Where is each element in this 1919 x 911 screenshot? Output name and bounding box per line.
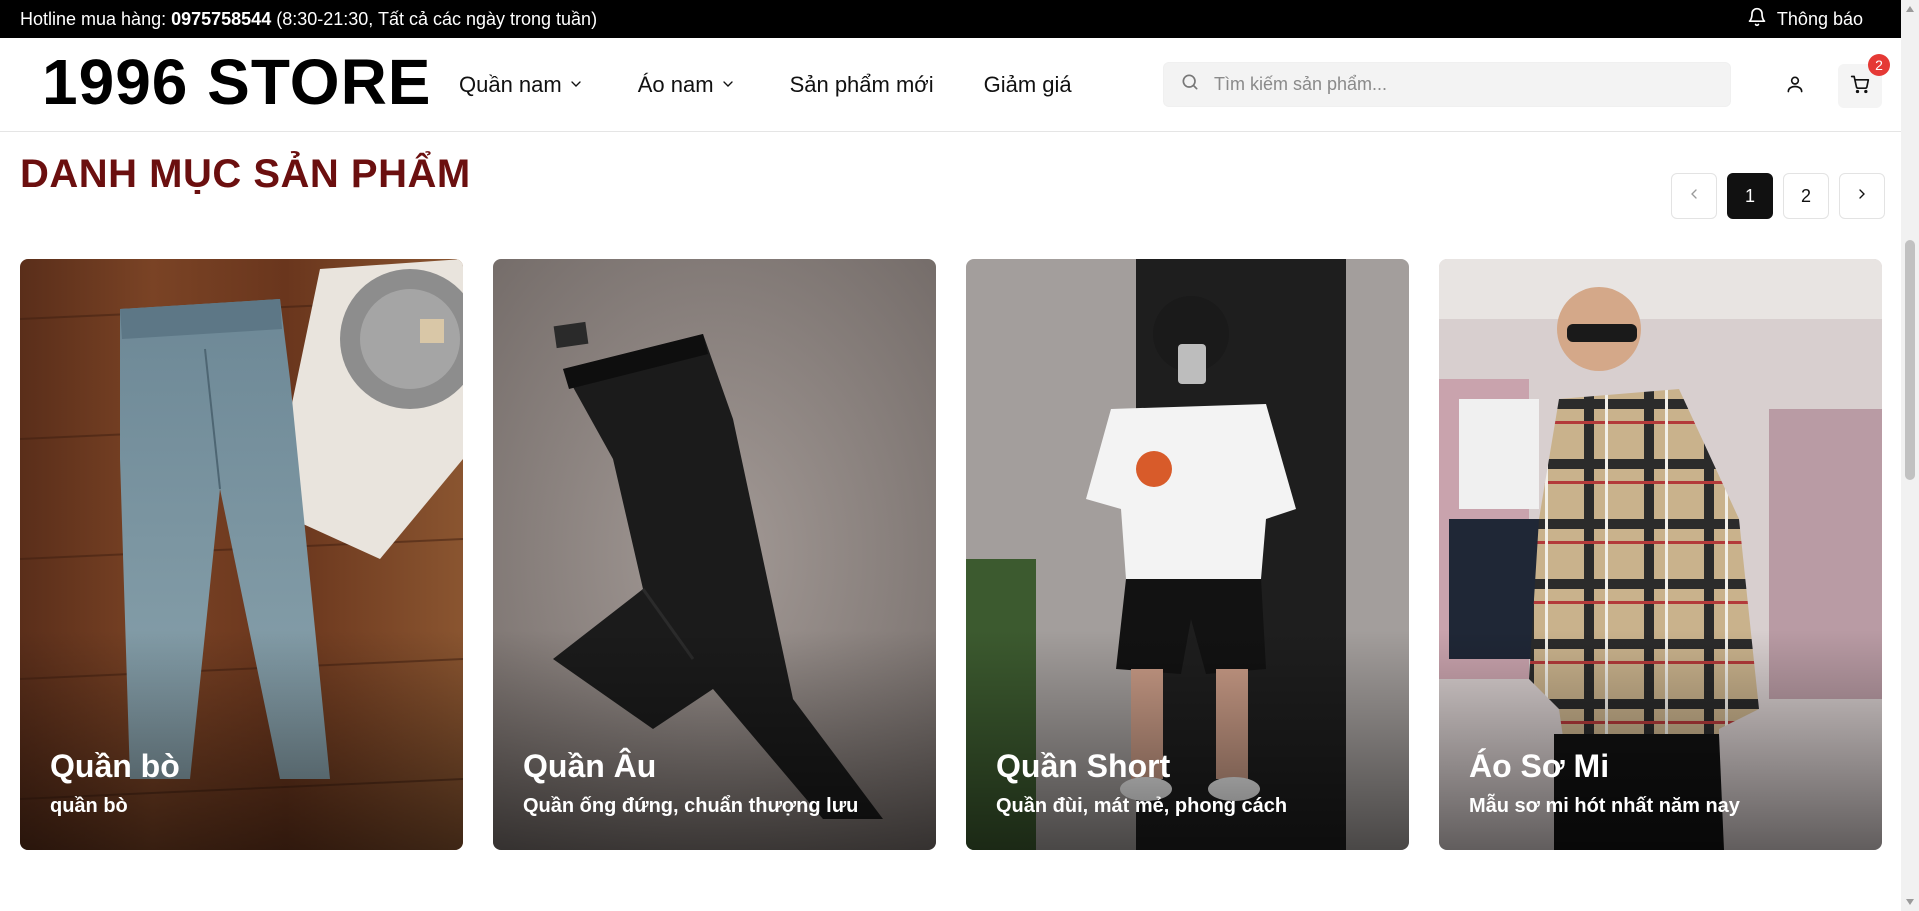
cart-button[interactable]: 2 — [1838, 54, 1890, 108]
category-card-quan-bo[interactable]: Quần bò quần bò — [20, 259, 463, 850]
next-page-button[interactable] — [1839, 173, 1885, 219]
cart-icon — [1850, 74, 1870, 99]
category-name: Quần Short — [996, 748, 1171, 784]
category-desc: Mẫu sơ mi hót nhất năm nay — [1469, 795, 1740, 817]
page-button-2[interactable]: 2 — [1783, 173, 1829, 219]
nav-item-ao-nam[interactable]: Áo nam — [638, 72, 736, 98]
search-input[interactable] — [1214, 74, 1714, 95]
category-card-ao-so-mi[interactable]: Áo Sơ Mi Mẫu sơ mi hót nhất năm nay — [1439, 259, 1882, 850]
card-caption: Quần Short Quần đùi, mát mẻ, phong cách — [996, 748, 1287, 818]
category-name: Quần bò — [50, 748, 180, 784]
category-grid: Quần bò quần bò Quần Âu Quần ống đứng, c… — [20, 259, 1882, 850]
announcement-bar: Hotline mua hàng: 0975758544 (8:30-21:30… — [0, 0, 1901, 38]
account-button[interactable] — [1773, 64, 1817, 108]
category-card-quan-au[interactable]: Quần Âu Quần ống đứng, chuẩn thượng lưu — [493, 259, 936, 850]
search-icon — [1180, 72, 1200, 97]
category-pager: 1 2 — [1671, 173, 1885, 219]
nav-item-giam-gia[interactable]: Giảm giá — [984, 72, 1072, 98]
chevron-down-icon — [568, 72, 584, 98]
bell-icon — [1747, 7, 1767, 32]
nav-item-san-pham-moi[interactable]: Sản phẩm mới — [790, 72, 934, 98]
scroll-up-arrow-icon[interactable] — [1901, 0, 1919, 18]
card-caption: Quần Âu Quần ống đứng, chuẩn thượng lưu — [523, 748, 858, 818]
scroll-thumb[interactable] — [1905, 240, 1915, 480]
notifications-link[interactable]: Thông báo — [1747, 7, 1863, 32]
nav-label: Quần nam — [459, 72, 562, 97]
user-icon — [1785, 74, 1805, 99]
category-card-quan-short[interactable]: Quần Short Quần đùi, mát mẻ, phong cách — [966, 259, 1409, 850]
search-box[interactable] — [1163, 62, 1731, 107]
page-button-1[interactable]: 1 — [1727, 173, 1773, 219]
card-caption: Quần bò quần bò — [50, 748, 180, 818]
cart-count-badge: 2 — [1868, 54, 1890, 76]
hotline-label: Hotline mua hàng: — [20, 8, 172, 29]
nav-label: Sản phẩm mới — [789, 72, 934, 97]
hotline-text: Hotline mua hàng: 0975758544 (8:30-21:30… — [20, 9, 597, 30]
prev-page-button[interactable] — [1671, 173, 1717, 219]
category-desc: Quần đùi, mát mẻ, phong cách — [996, 795, 1288, 817]
page-scrollbar[interactable] — [1901, 0, 1919, 911]
hotline-hours: (8:30-21:30, Tất cả các ngày trong tuần) — [271, 8, 598, 29]
section-title: DANH MỤC SẢN PHẨM — [20, 152, 471, 196]
chevron-right-icon — [1854, 186, 1870, 207]
scroll-down-arrow-icon[interactable] — [1901, 893, 1919, 911]
hotline-number[interactable]: 0975758544 — [171, 9, 271, 29]
category-desc: Quần ống đứng, chuẩn thượng lưu — [523, 795, 859, 817]
card-caption: Áo Sơ Mi Mẫu sơ mi hót nhất năm nay — [1469, 748, 1740, 818]
nav-label: Áo nam — [637, 72, 714, 97]
chevron-down-icon — [720, 72, 736, 98]
nav-label: Giảm giá — [983, 72, 1072, 97]
store-logo[interactable]: 1996 STORE — [42, 50, 431, 114]
nav-item-quan-nam[interactable]: Quần nam — [459, 72, 584, 98]
main-nav: Quần nam Áo nam Sản phẩm mới Giảm giá — [459, 72, 1072, 98]
notifications-label: Thông báo — [1776, 8, 1863, 29]
category-name: Quần Âu — [523, 748, 657, 784]
category-name: Áo Sơ Mi — [1469, 748, 1610, 784]
chevron-left-icon — [1686, 186, 1702, 207]
category-desc: quần bò — [50, 795, 128, 817]
site-header: 1996 STORE Quần nam Áo nam Sản phẩm mới … — [0, 38, 1901, 132]
